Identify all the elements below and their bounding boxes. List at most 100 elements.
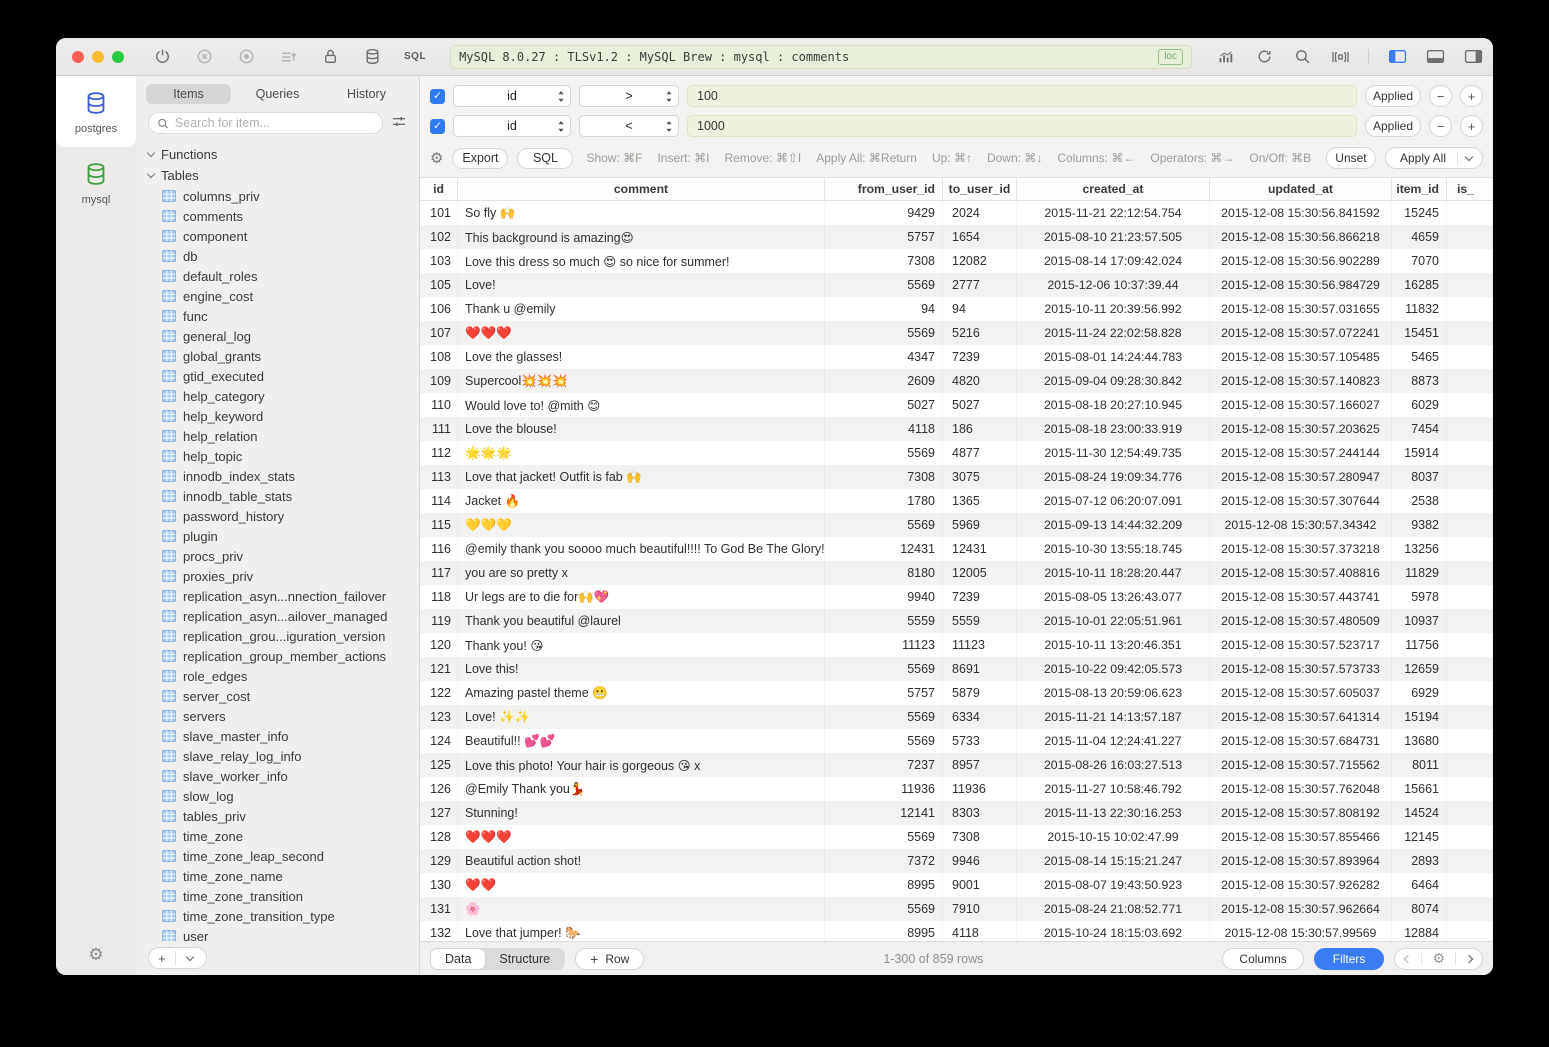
cell-from-user-id[interactable]: 12141 <box>825 801 943 825</box>
cell-updated-at[interactable]: 2015-12-08 15:30:57.373218 <box>1210 537 1392 561</box>
sidebar-table-item[interactable]: help_keyword <box>136 406 419 426</box>
table-row[interactable]: 115 💛💛💛 5569 5969 2015-09-13 14:44:32.20… <box>420 513 1493 537</box>
cell-from-user-id[interactable]: 7308 <box>825 249 943 273</box>
cell-updated-at[interactable]: 2015-12-08 15:30:57.105485 <box>1210 345 1392 369</box>
filters-button[interactable]: Filters <box>1314 948 1385 970</box>
remove-filter-button[interactable]: − <box>1429 115 1452 137</box>
table-row[interactable]: 127 Stunning! 12141 8303 2015-11-13 22:3… <box>420 801 1493 825</box>
cancel-query-icon[interactable] <box>194 47 214 67</box>
cell-item-id[interactable]: 6029 <box>1392 393 1447 417</box>
filter-enabled-checkbox[interactable]: ✓ <box>430 119 445 134</box>
filter-settings-gear-icon[interactable]: ⚙ <box>430 149 443 167</box>
cell-updated-at[interactable]: 2015-12-08 15:30:57.408816 <box>1210 561 1392 585</box>
cell-comment[interactable]: Beautiful!! 💕💕 <box>458 729 825 753</box>
cell-is[interactable] <box>1447 225 1493 249</box>
toggle-right-panel-icon[interactable] <box>1463 47 1483 67</box>
sidebar-table-item[interactable]: procs_priv <box>136 546 419 566</box>
table-row[interactable]: 123 Love! ✨✨ 5569 6334 2015-11-21 14:13:… <box>420 705 1493 729</box>
cell-updated-at[interactable]: 2015-12-08 15:30:57.962664 <box>1210 897 1392 921</box>
table-row[interactable]: 116 @emily thank you soooo much beautifu… <box>420 537 1493 561</box>
search-icon[interactable] <box>1292 47 1312 67</box>
table-row[interactable]: 107 ❤️❤️❤️ 5569 5216 2015-11-24 22:02:58… <box>420 321 1493 345</box>
cell-to-user-id[interactable]: 2024 <box>943 201 1017 225</box>
column-header-is[interactable]: is_ <box>1447 178 1493 200</box>
cell-is[interactable] <box>1447 681 1493 705</box>
table-row[interactable]: 102 This background is amazing😍 5757 165… <box>420 225 1493 249</box>
table-row[interactable]: 111 Love the blouse! 4118 186 2015-08-18… <box>420 417 1493 441</box>
cell-comment[interactable]: Love the glasses! <box>458 345 825 369</box>
sidebar-table-item[interactable]: innodb_index_stats <box>136 466 419 486</box>
minimize-window-button[interactable] <box>92 51 104 63</box>
export-structure-icon[interactable] <box>278 47 298 67</box>
cell-comment[interactable]: Love! ✨✨ <box>458 705 825 729</box>
table-row[interactable]: 118 Ur legs are to die for🙌💖 9940 7239 2… <box>420 585 1493 609</box>
cell-to-user-id[interactable]: 1654 <box>943 225 1017 249</box>
sidebar-table-item[interactable]: time_zone <box>136 826 419 846</box>
cell-from-user-id[interactable]: 5569 <box>825 705 943 729</box>
structure-tab[interactable]: Structure <box>485 949 564 969</box>
cell-id[interactable]: 102 <box>420 225 458 249</box>
cell-comment[interactable]: Love the blouse! <box>458 417 825 441</box>
cell-id[interactable]: 122 <box>420 681 458 705</box>
cell-updated-at[interactable]: 2015-12-08 15:30:57.605037 <box>1210 681 1392 705</box>
cell-id[interactable]: 108 <box>420 345 458 369</box>
cell-to-user-id[interactable]: 7308 <box>943 825 1017 849</box>
cell-id[interactable]: 119 <box>420 609 458 633</box>
cell-updated-at[interactable]: 2015-12-08 15:30:57.523717 <box>1210 633 1392 657</box>
sidebar-table-item[interactable]: plugin <box>136 526 419 546</box>
cell-is[interactable] <box>1447 393 1493 417</box>
cell-item-id[interactable]: 12659 <box>1392 657 1447 681</box>
sidebar-table-item[interactable]: replication_grou...iguration_version <box>136 626 419 646</box>
cell-id[interactable]: 127 <box>420 801 458 825</box>
sidebar-table-item[interactable]: help_category <box>136 386 419 406</box>
cell-created-at[interactable]: 2015-10-15 10:02:47.99 <box>1017 825 1210 849</box>
add-filter-button[interactable]: + <box>1460 115 1483 137</box>
cell-comment[interactable]: 🌟🌟🌟 <box>458 441 825 465</box>
cell-created-at[interactable]: 2015-08-05 13:26:43.077 <box>1017 585 1210 609</box>
cell-item-id[interactable]: 9382 <box>1392 513 1447 537</box>
table-row[interactable]: 129 Beautiful action shot! 7372 9946 201… <box>420 849 1493 873</box>
cell-updated-at[interactable]: 2015-12-08 15:30:57.166027 <box>1210 393 1392 417</box>
sidebar-table-item[interactable]: help_relation <box>136 426 419 446</box>
cell-comment[interactable]: Supercool💥💥💥 <box>458 369 825 393</box>
cell-item-id[interactable]: 8873 <box>1392 369 1447 393</box>
table-row[interactable]: 124 Beautiful!! 💕💕 5569 5733 2015-11-04 … <box>420 729 1493 753</box>
cell-id[interactable]: 107 <box>420 321 458 345</box>
cell-to-user-id[interactable]: 12082 <box>943 249 1017 273</box>
cell-item-id[interactable]: 15194 <box>1392 705 1447 729</box>
cell-item-id[interactable]: 7070 <box>1392 249 1447 273</box>
cell-is[interactable] <box>1447 801 1493 825</box>
table-row[interactable]: 117 you are so pretty x 8180 12005 2015-… <box>420 561 1493 585</box>
cell-from-user-id[interactable]: 1780 <box>825 489 943 513</box>
table-row[interactable]: 113 Love that jacket! Outfit is fab 🙌 73… <box>420 465 1493 489</box>
filter-applied-button[interactable]: Applied <box>1365 115 1421 137</box>
cell-from-user-id[interactable]: 4347 <box>825 345 943 369</box>
settings-gear-icon[interactable]: ⚙ <box>88 945 103 965</box>
cell-updated-at[interactable]: 2015-12-08 15:30:57.280947 <box>1210 465 1392 489</box>
cell-created-at[interactable]: 2015-08-13 20:59:06.623 <box>1017 681 1210 705</box>
cell-created-at[interactable]: 2015-10-30 13:55:18.745 <box>1017 537 1210 561</box>
cell-comment[interactable]: Stunning! <box>458 801 825 825</box>
cell-updated-at[interactable]: 2015-12-08 15:30:57.762048 <box>1210 777 1392 801</box>
cell-created-at[interactable]: 2015-07-12 06:20:07.091 <box>1017 489 1210 513</box>
cell-item-id[interactable]: 11756 <box>1392 633 1447 657</box>
cell-to-user-id[interactable]: 7239 <box>943 585 1017 609</box>
cell-created-at[interactable]: 2015-11-27 10:58:46.792 <box>1017 777 1210 801</box>
table-row[interactable]: 128 ❤️❤️❤️ 5569 7308 2015-10-15 10:02:47… <box>420 825 1493 849</box>
cell-id[interactable]: 132 <box>420 921 458 941</box>
cell-is[interactable] <box>1447 345 1493 369</box>
cell-is[interactable] <box>1447 873 1493 897</box>
cell-comment[interactable]: Would love to! @mith 😊 <box>458 393 825 417</box>
table-row[interactable]: 122 Amazing pastel theme 😬 5757 5879 201… <box>420 681 1493 705</box>
cell-to-user-id[interactable]: 4820 <box>943 369 1017 393</box>
cell-is[interactable] <box>1447 201 1493 225</box>
cell-id[interactable]: 130 <box>420 873 458 897</box>
cell-created-at[interactable]: 2015-08-14 17:09:42.024 <box>1017 249 1210 273</box>
cell-created-at[interactable]: 2015-10-11 18:28:20.447 <box>1017 561 1210 585</box>
cell-from-user-id[interactable]: 5569 <box>825 321 943 345</box>
sidebar-table-item[interactable]: time_zone_transition <box>136 886 419 906</box>
filter-operator-select[interactable]: > <box>579 85 679 107</box>
cell-to-user-id[interactable]: 11936 <box>943 777 1017 801</box>
page-settings-gear-icon[interactable]: ⚙ <box>1422 949 1455 969</box>
cell-updated-at[interactable]: 2015-12-08 15:30:56.866218 <box>1210 225 1392 249</box>
